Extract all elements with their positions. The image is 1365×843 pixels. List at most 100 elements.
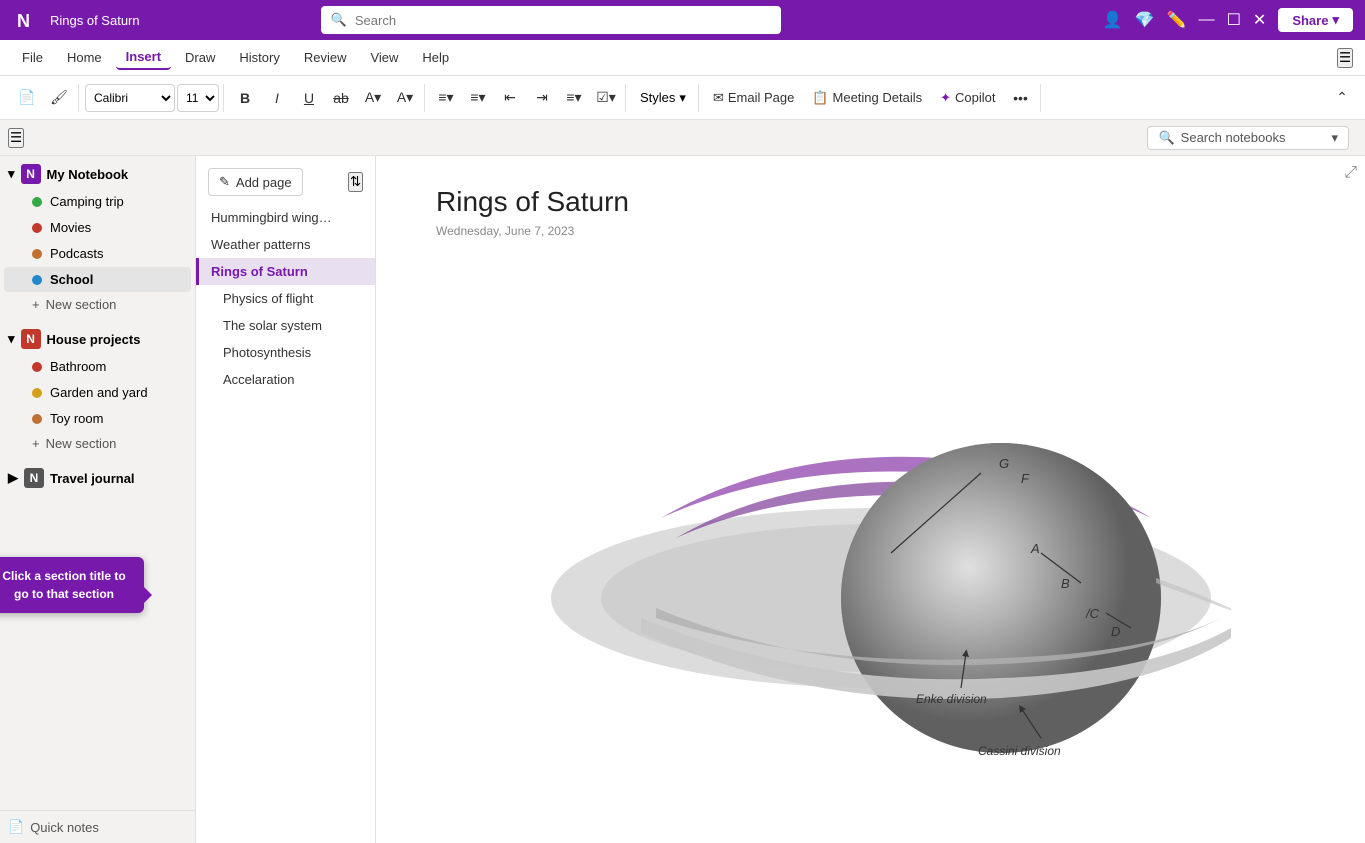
font-family-select[interactable]: Calibri xyxy=(85,84,175,112)
sidebar-item-camping[interactable]: Camping trip xyxy=(4,189,191,214)
camping-label: Camping trip xyxy=(50,194,124,209)
sidebar-item-movies[interactable]: Movies xyxy=(4,215,191,240)
share-chevron-icon: ▾ xyxy=(1332,12,1339,28)
minimize-btn[interactable]: — xyxy=(1199,11,1215,29)
highlight-btn[interactable]: A▾ xyxy=(358,84,388,112)
align-btn[interactable]: ≡▾ xyxy=(559,84,589,112)
italic-btn[interactable]: I xyxy=(262,84,292,112)
checkbox-btn[interactable]: ☑▾ xyxy=(591,84,621,112)
menu-home[interactable]: Home xyxy=(57,46,112,69)
font-color-btn[interactable]: A▾ xyxy=(390,84,420,112)
menu-help[interactable]: Help xyxy=(412,46,459,69)
menu-draw[interactable]: Draw xyxy=(175,46,225,69)
podcasts-dot xyxy=(32,249,42,259)
maximize-btn[interactable]: ☐ xyxy=(1227,10,1241,30)
sidebar-item-school[interactable]: School Click a section title to go to th… xyxy=(4,267,191,292)
menu-view[interactable]: View xyxy=(360,46,408,69)
email-page-btn[interactable]: ✉ Email Page xyxy=(705,84,802,112)
search-notebooks-bar[interactable]: 🔍 Search notebooks ▾ xyxy=(1147,126,1349,150)
expand-content-icon[interactable]: ⤢ xyxy=(1344,164,1357,182)
page-physics[interactable]: Physics of flight xyxy=(196,285,375,312)
collapse-ribbon-btn[interactable]: ☰ xyxy=(1337,48,1353,68)
close-btn[interactable]: ✕ xyxy=(1253,10,1266,30)
increase-indent-btn[interactable]: ⇥ xyxy=(527,84,557,112)
pen-icon-btn[interactable]: ✏️ xyxy=(1167,10,1187,30)
page-hummingbird[interactable]: Hummingbird wing… xyxy=(196,204,375,231)
sidebar-item-toyroom[interactable]: Toy room xyxy=(4,406,191,431)
notebook-house-projects-header[interactable]: ▾ N House projects xyxy=(0,325,195,353)
tooltip-text: Click a section title to go to that sect… xyxy=(2,569,125,601)
content-area[interactable]: ⤢ Rings of Saturn Wednesday, June 7, 202… xyxy=(376,156,1365,843)
menu-insert[interactable]: Insert xyxy=(116,45,171,70)
copilot-icon: ✦ xyxy=(940,90,951,106)
more-options-btn[interactable]: ••• xyxy=(1006,84,1036,112)
search-bar[interactable]: 🔍 Search xyxy=(321,6,781,34)
new-page-btn[interactable]: 📄 xyxy=(12,84,42,112)
hamburger-btn[interactable]: ☰ xyxy=(8,128,24,148)
sidebar-item-garden[interactable]: Garden and yard xyxy=(4,380,191,405)
font-size-select[interactable]: 11 xyxy=(177,84,219,112)
email-group: ✉ Email Page 📋 Meeting Details ✦ Copilot… xyxy=(701,84,1041,112)
bathroom-label: Bathroom xyxy=(50,359,106,374)
page-weather[interactable]: Weather patterns xyxy=(196,231,375,258)
new-section-my-notebook[interactable]: + New section xyxy=(4,293,191,316)
font-group: Calibri 11 xyxy=(81,84,224,112)
page-rings[interactable]: Rings of Saturn xyxy=(196,258,375,285)
meeting-details-btn[interactable]: 📋 Meeting Details xyxy=(804,84,930,112)
menu-review[interactable]: Review xyxy=(294,46,357,69)
notebook-house-icon: N xyxy=(21,329,41,349)
menu-history[interactable]: History xyxy=(229,46,289,69)
page-solar[interactable]: The solar system xyxy=(196,312,375,339)
decrease-indent-btn[interactable]: ⇤ xyxy=(495,84,525,112)
share-button[interactable]: Share ▾ xyxy=(1278,8,1353,32)
school-label: School xyxy=(50,272,93,287)
notebook-travel-icon: N xyxy=(24,468,44,488)
camping-dot xyxy=(32,197,42,207)
underline-btn[interactable]: U xyxy=(294,84,324,112)
format-painter-btn[interactable]: 🖌 xyxy=(44,84,74,112)
add-page-label: Add page xyxy=(236,175,292,190)
saturn-illustration: G F A B /C D Enke division Cassini xyxy=(511,258,1231,758)
notebook-travel-header[interactable]: ▶ N Travel journal xyxy=(0,464,195,492)
new-section-house[interactable]: + New section xyxy=(4,432,191,455)
list-group: ≡▾ ≡▾ ⇤ ⇥ ≡▾ ☑▾ xyxy=(427,84,626,112)
page-photosynthesis[interactable]: Photosynthesis xyxy=(196,339,375,366)
new-section-my-notebook-label: New section xyxy=(46,297,117,312)
notebook-my-notebook-header[interactable]: ▾ N My Notebook xyxy=(0,160,195,188)
notebook-house-projects: ▾ N House projects Bathroom Garden and y… xyxy=(0,321,195,460)
page-accelaration[interactable]: Accelaration xyxy=(196,366,375,393)
profile-button[interactable]: 👤 xyxy=(1103,10,1123,30)
garden-dot xyxy=(32,388,42,398)
page-solar-label: The solar system xyxy=(223,318,322,333)
styles-btn[interactable]: Styles ▾ xyxy=(632,84,694,112)
clipboard-group: 📄 🖌 xyxy=(8,84,79,112)
svg-text:Cassini division: Cassini division xyxy=(978,744,1061,758)
numbered-list-btn[interactable]: ≡▾ xyxy=(463,84,493,112)
new-section-house-label: New section xyxy=(46,436,117,451)
bathroom-dot xyxy=(32,362,42,372)
sort-pages-btn[interactable]: ⇅ xyxy=(348,172,363,192)
strikethrough-btn[interactable]: ab xyxy=(326,84,356,112)
quick-notes[interactable]: 📄 Quick notes xyxy=(0,810,195,843)
school-dot xyxy=(32,275,42,285)
page-date: Wednesday, June 7, 2023 xyxy=(436,224,1305,238)
diamond-icon-btn[interactable]: 💎 xyxy=(1135,10,1155,30)
plus-icon-house: + xyxy=(32,436,40,451)
add-page-btn[interactable]: ✎ Add page xyxy=(208,168,303,196)
notebook-my-notebook: ▾ N My Notebook Camping trip Movies Podc… xyxy=(0,156,195,321)
expand-icon: ▾ xyxy=(8,166,15,182)
copilot-label: Copilot xyxy=(955,90,995,105)
sidebar-item-bathroom[interactable]: Bathroom xyxy=(4,354,191,379)
menu-file[interactable]: File xyxy=(12,46,53,69)
sidebar-item-podcasts[interactable]: Podcasts xyxy=(4,241,191,266)
add-page-icon: ✎ xyxy=(219,174,230,190)
copilot-btn[interactable]: ✦ Copilot xyxy=(932,84,1003,112)
movies-dot xyxy=(32,223,42,233)
bold-btn[interactable]: B xyxy=(230,84,260,112)
svg-text:A: A xyxy=(1030,541,1040,556)
collapse-toolbar-btn[interactable]: ⌃ xyxy=(1327,84,1357,112)
text-format-group: B I U ab A▾ A▾ xyxy=(226,84,425,112)
bullet-list-btn[interactable]: ≡▾ xyxy=(431,84,461,112)
page-photosynthesis-label: Photosynthesis xyxy=(223,345,311,360)
pagelist: ✎ Add page ⇅ Hummingbird wing… Weather p… xyxy=(196,156,376,843)
